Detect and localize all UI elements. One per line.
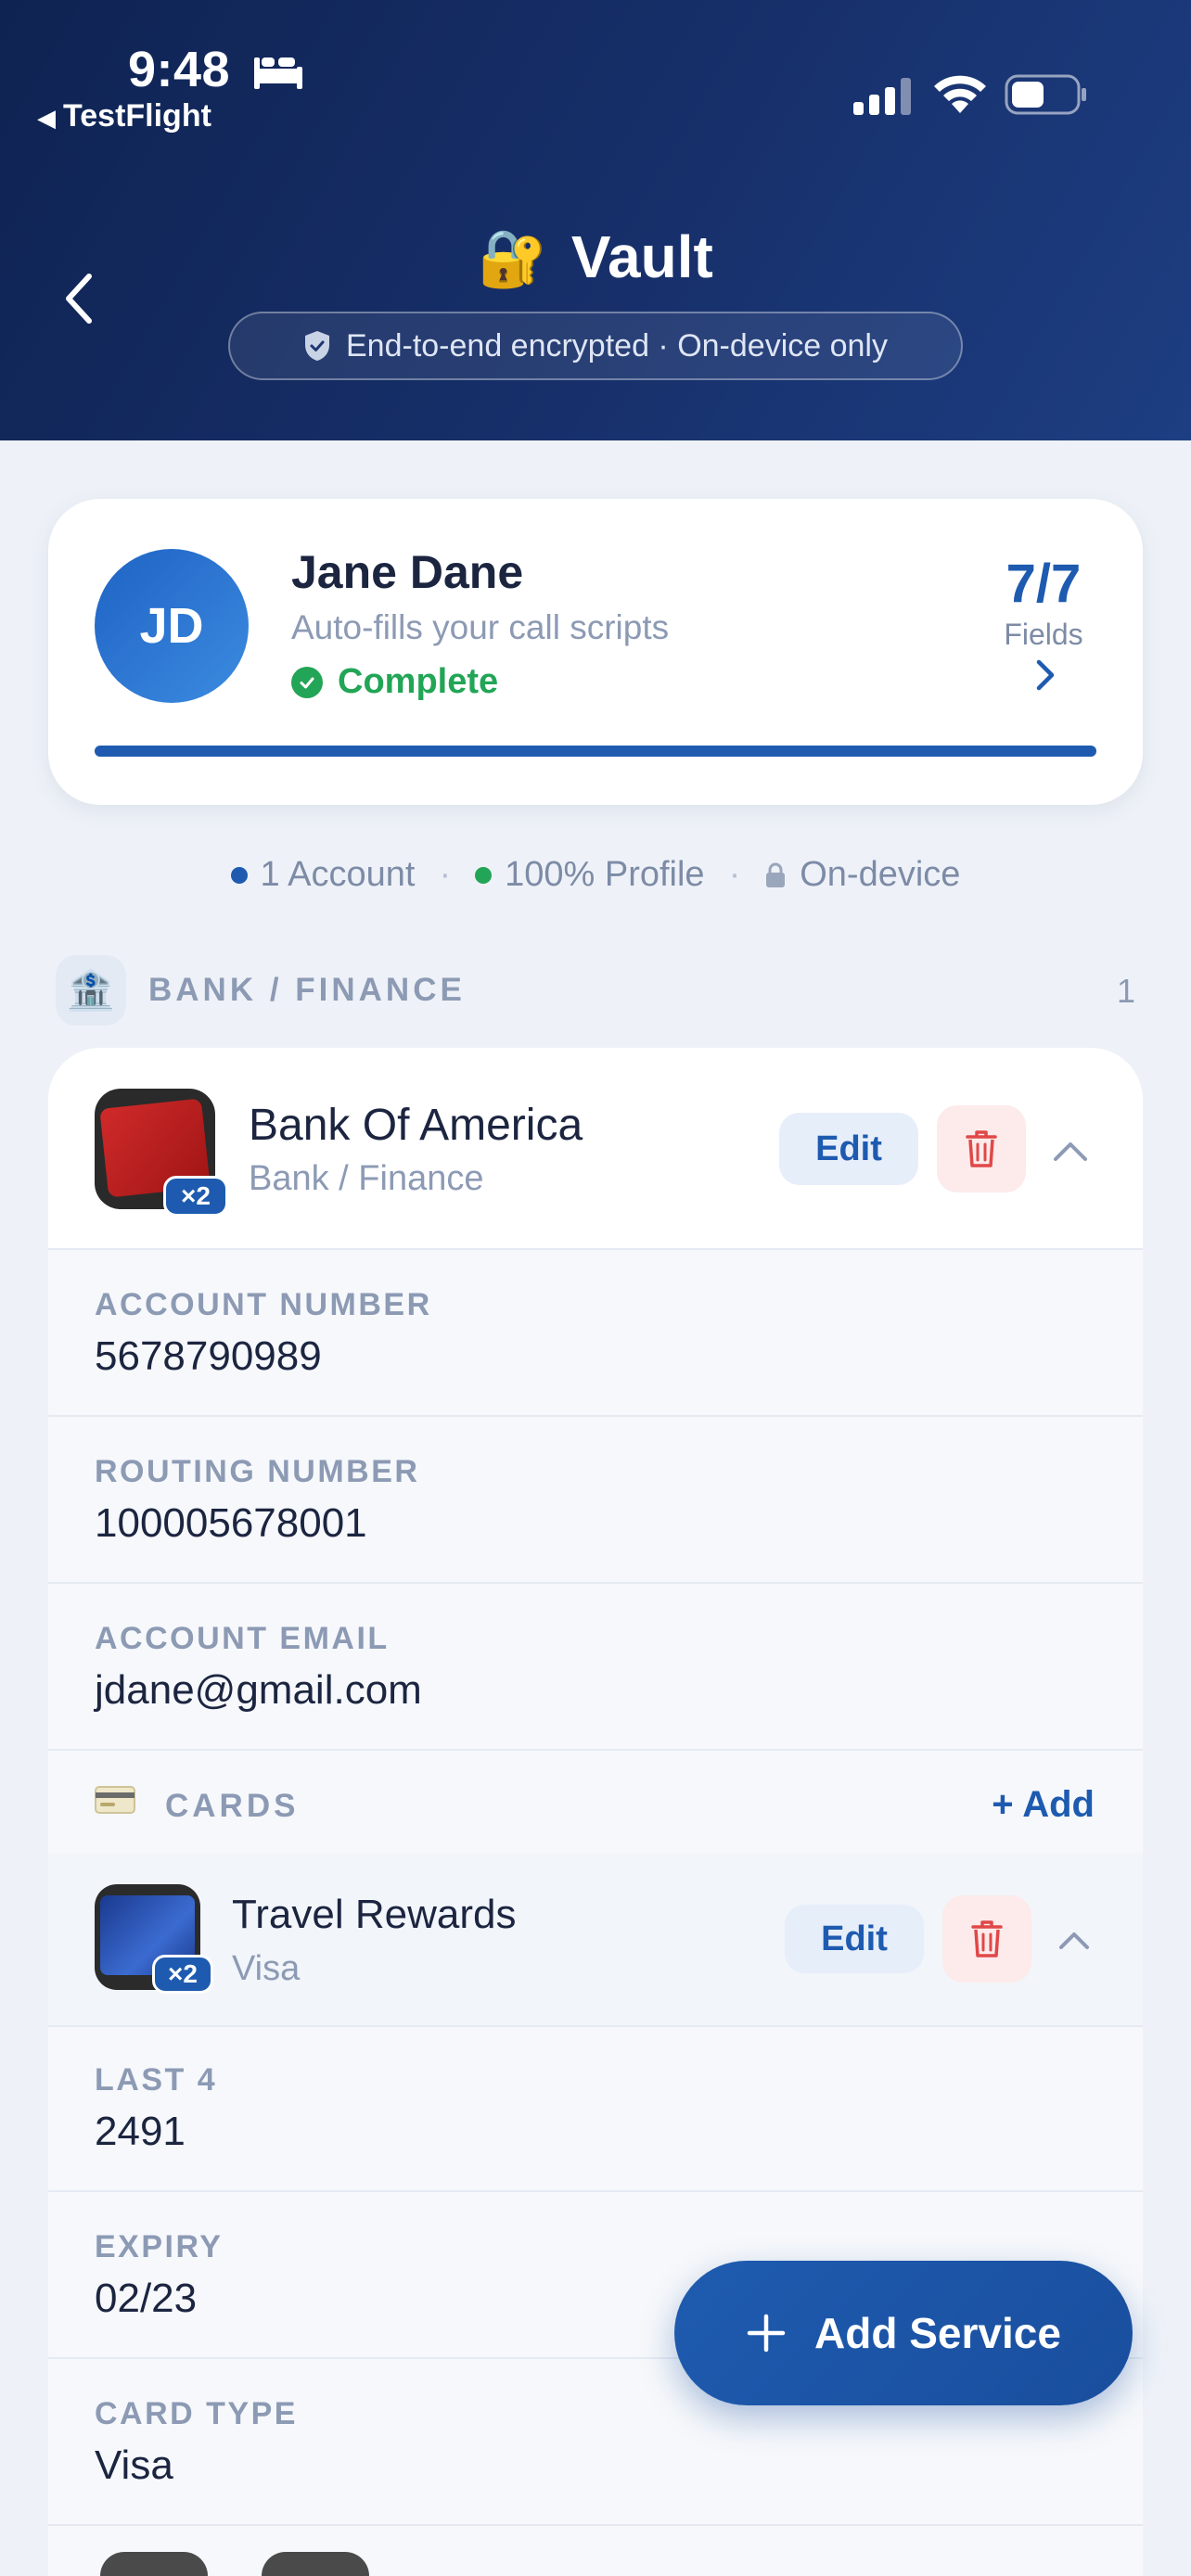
profile-progress-fill	[95, 746, 1096, 757]
stat-accounts-text: 1 Account	[260, 855, 416, 894]
field-label: LAST 4	[95, 2062, 218, 2098]
battery-icon	[1005, 74, 1086, 115]
stat-profile: 100% Profile	[475, 855, 705, 895]
stat-accounts: 1 Account	[230, 855, 416, 895]
wifi-icon	[934, 75, 986, 113]
stat-storage-text: On-device	[800, 855, 961, 894]
edit-account-button[interactable]: Edit	[779, 1113, 918, 1185]
summary-stats: 1 Account · 100% Profile · On-device	[0, 855, 1191, 895]
profile-name: Jane Dane	[291, 546, 524, 598]
cards-label: CARDS	[165, 1788, 300, 1824]
add-service-label: Add Service	[814, 2309, 1061, 2357]
stat-storage: On-device	[764, 855, 960, 895]
add-card-button[interactable]: + Add	[992, 1784, 1095, 1826]
account-category: Bank / Finance	[249, 1159, 484, 1198]
field-label: EXPIRY	[95, 2229, 224, 2264]
account-header[interactable]: ×2 Bank Of America Bank / Finance Edit	[48, 1048, 1143, 1250]
field-account-number: ACCOUNT NUMBER 5678790989	[48, 1250, 1143, 1417]
field-label: ACCOUNT EMAIL	[95, 1621, 390, 1656]
profile-status: Complete	[291, 662, 498, 702]
lock-icon	[766, 862, 786, 887]
edit-card-button[interactable]: Edit	[785, 1905, 924, 1973]
separator: ·	[439, 855, 452, 894]
back-app-label: TestFlight	[63, 98, 211, 134]
section-label: BANK / FINANCE	[148, 972, 466, 1008]
app-header: 9:48 ◀ TestFlight 🔐 Vault End-to-end enc…	[0, 0, 1191, 440]
profile-status-text: Complete	[338, 662, 499, 701]
stat-profile-text: 100% Profile	[505, 855, 705, 894]
card-network: Visa	[232, 1949, 301, 1988]
card-thumbnail-partial[interactable]	[262, 2552, 369, 2576]
field-label: CARD TYPE	[95, 2396, 298, 2431]
cellular-signal-icon	[853, 78, 911, 115]
collapse-chevron-icon[interactable]	[1052, 1137, 1089, 1163]
back-to-app-button[interactable]: ◀ TestFlight	[37, 98, 211, 134]
chevron-right-icon[interactable]	[1031, 657, 1059, 694]
field-routing-number: ROUTING NUMBER 100005678001	[48, 1417, 1143, 1584]
encryption-badge: End-to-end encrypted · On-device only	[228, 312, 963, 380]
trash-icon	[971, 1920, 1003, 1958]
separator: ·	[728, 855, 741, 894]
collapse-chevron-icon[interactable]	[1057, 1927, 1091, 1951]
field-value[interactable]: 2491	[95, 2109, 186, 2155]
profile-progress-bar	[95, 746, 1096, 757]
fields-count: 7/7	[1005, 554, 1082, 614]
account-name: Bank Of America	[249, 1101, 583, 1150]
card-name: Travel Rewards	[232, 1892, 517, 1937]
profile-card[interactable]: JD Jane Dane Auto-fills your call script…	[48, 499, 1143, 805]
status-time: 9:48	[128, 42, 231, 97]
quantity-badge: ×2	[163, 1176, 228, 1217]
field-value[interactable]: 100005678001	[95, 1500, 367, 1547]
field-value[interactable]: Visa	[95, 2442, 173, 2489]
check-circle-icon	[291, 666, 323, 698]
fields-label: Fields	[1004, 618, 1083, 651]
profile-subtitle: Auto-fills your call scripts	[291, 608, 670, 646]
bank-icon: 🏦	[56, 955, 126, 1026]
encryption-note: End-to-end encrypted · On-device only	[346, 327, 888, 363]
card-thumbnail-partial[interactable]	[100, 2552, 208, 2576]
field-account-email: ACCOUNT EMAIL jdane@gmail.com	[48, 1584, 1143, 1751]
plus-icon	[747, 2314, 786, 2353]
field-last-4: LAST 4 2491	[48, 2025, 1143, 2192]
quantity-badge: ×2	[152, 1955, 213, 1994]
bed-icon	[254, 57, 302, 89]
card-item-header[interactable]: ×2 Travel Rewards Visa Edit	[48, 1853, 1143, 2027]
field-value[interactable]: jdane@gmail.com	[95, 1667, 422, 1714]
credit-card-icon	[95, 1786, 135, 1814]
blue-dot-icon	[230, 866, 248, 884]
add-service-button[interactable]: Add Service	[674, 2261, 1133, 2405]
trash-icon	[966, 1130, 997, 1167]
field-label: ROUTING NUMBER	[95, 1454, 420, 1489]
shield-check-icon	[305, 331, 329, 361]
field-value[interactable]: 5678790989	[95, 1333, 322, 1380]
field-label: ACCOUNT NUMBER	[95, 1287, 432, 1322]
page-title: 🔐 Vault	[0, 223, 1191, 291]
field-value[interactable]: 02/23	[95, 2276, 197, 2322]
avatar: JD	[95, 549, 249, 703]
section-header-bank-finance: 🏦 BANK / FINANCE 1	[48, 955, 1143, 1026]
lock-key-icon: 🔐	[478, 227, 547, 289]
green-dot-icon	[475, 866, 493, 884]
back-triangle-icon: ◀	[37, 104, 56, 132]
page-title-text: Vault	[570, 223, 713, 290]
delete-card-button[interactable]	[942, 1895, 1031, 1983]
delete-account-button[interactable]	[937, 1105, 1026, 1192]
section-count: 1	[1116, 972, 1135, 1010]
